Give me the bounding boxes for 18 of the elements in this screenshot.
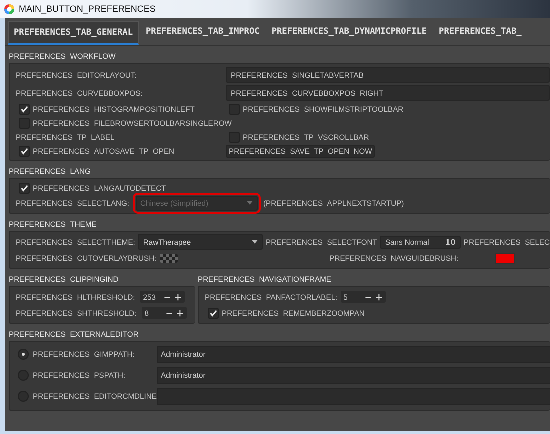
minus-plus-icon xyxy=(364,294,383,300)
checkbox[interactable] xyxy=(19,146,30,156)
window-title: MAIN_BUTTON_PREFERENCES xyxy=(19,4,156,14)
app-logo-icon xyxy=(4,4,15,14)
tab[interactable]: PREFERENCES_TAB_IMPROC xyxy=(141,21,265,45)
tab[interactable]: PREFERENCES_TAB_GENERAL xyxy=(8,21,139,45)
caret-icon xyxy=(246,201,253,205)
brush-swatch[interactable] xyxy=(160,254,178,262)
caret-icon xyxy=(252,240,258,244)
minus-plus-icon xyxy=(164,294,182,300)
color-swatch[interactable] xyxy=(494,252,515,264)
checkbox[interactable] xyxy=(19,182,30,194)
checkbox[interactable] xyxy=(208,308,219,318)
radio-button[interactable] xyxy=(18,349,29,360)
checkbox[interactable] xyxy=(19,104,30,114)
tab[interactable]: PREFERENCES_TAB_DYNAMICPROFILE xyxy=(266,21,432,45)
tab[interactable]: PREFERENCES_TAB_ xyxy=(434,21,527,45)
minus-plus-icon xyxy=(166,310,184,316)
